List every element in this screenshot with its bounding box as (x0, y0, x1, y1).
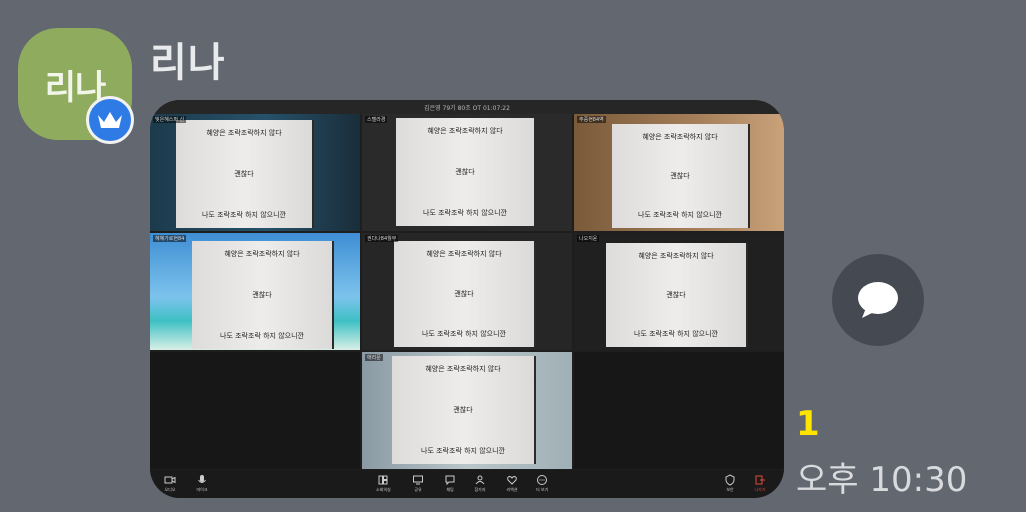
participant-tile: 나오지윤 혜양은 조락조락하지 않다 괜찮다 나도 조락조락 하지 않으니깐 (574, 233, 784, 350)
participants-button[interactable]: 참가자 (474, 474, 486, 493)
leave-icon (755, 475, 765, 485)
participant-name: 권다나84월부 (365, 235, 399, 242)
grid-icon (378, 475, 388, 485)
participant-tile: 혜혜가로현84 혜양은 조락조락하지 않다 괜찮다 나도 조락조락 하지 않으니… (150, 233, 360, 350)
participant-name: 혜혜가로현84 (153, 235, 187, 242)
empty-tile (574, 352, 784, 469)
mic-icon (198, 475, 206, 483)
speech-bubble-icon (858, 282, 898, 318)
leave-button[interactable]: 나가기 (754, 474, 766, 493)
message-time: 오후 10:30 (796, 460, 968, 500)
mic-button[interactable]: 마이크 (196, 474, 208, 493)
participant-name: 나오지윤 (577, 235, 600, 242)
paper-sign: 혜양은 조락조락하지 않다 괜찮다 나도 조락조락 하지 않으니깐 (612, 124, 748, 228)
paper-sign: 혜양은 조락조락하지 않다 괜찮다 나도 조락조락 하지 않으니깐 (392, 356, 534, 464)
paper-sign: 혜양은 조락조락하지 않다 괜찮다 나도 조락조락 하지 않으니깐 (396, 118, 534, 226)
sender-name: 리나 (150, 40, 226, 86)
crown-icon (86, 96, 134, 144)
participant-tile: 주중현84역 혜양은 조락조락하지 않다 괜찮다 나도 조락조락 하지 않으니깐 (574, 114, 784, 231)
paper-sign: 혜양은 조락조락하지 않다 괜찮다 나도 조락조락 하지 않으니깐 (176, 120, 312, 228)
participant-name: 빛은혜스퍼 신 (153, 116, 187, 123)
share-button[interactable]: 공유 (412, 474, 424, 493)
paper-sign: 혜양은 조락조락하지 않다 괜찮다 나도 조락조락 하지 않으니깐 (192, 241, 332, 349)
zoom-meeting-title: 김은영 79기 80조 OT 01:07:22 (424, 104, 510, 112)
breakout-rooms-button[interactable]: 소회의실 (376, 474, 391, 493)
more-button[interactable]: 더 보기 (536, 474, 548, 493)
reactions-button[interactable]: 리액션 (506, 474, 518, 493)
unread-count: 1 (796, 404, 820, 444)
more-icon (537, 475, 548, 485)
share-screen-icon (413, 475, 423, 485)
paper-sign: 혜양은 조락조락하지 않다 괜찮다 나도 조락조락 하지 않으니깐 (394, 241, 534, 347)
video-icon (164, 476, 176, 484)
heart-icon (507, 475, 517, 485)
empty-tile (150, 352, 360, 469)
participant-tile: 빛은혜스퍼 신 혜양은 조락조락하지 않다 괜찮다 나도 조락조락 하지 않으니… (150, 114, 360, 231)
participant-name: 스텔라경 (365, 116, 388, 123)
reply-button[interactable] (832, 254, 924, 346)
video-grid: 빛은혜스퍼 신 혜양은 조락조락하지 않다 괜찮다 나도 조락조락 하지 않으니… (150, 114, 784, 470)
people-icon (475, 475, 485, 485)
participant-tile: 권다나84월부 혜양은 조락조락하지 않다 괜찮다 나도 조락조락 하지 않으니… (362, 233, 572, 350)
chat-button[interactable]: 채팅 (444, 474, 456, 493)
chat-message-row: 리나 리나 김은영 79기 80조 OT 01:07:22 빛은혜스퍼 신 혜양… (0, 0, 1026, 512)
participant-name: 주중현84역 (577, 116, 606, 123)
shield-icon (725, 474, 735, 486)
photo-message[interactable]: 김은영 79기 80조 OT 01:07:22 빛은혜스퍼 신 혜양은 조락조락… (150, 100, 784, 498)
chat-icon (445, 475, 455, 486)
paper-sign: 혜양은 조락조락하지 않다 괜찮다 나도 조락조락 하지 않으니깐 (606, 243, 746, 347)
zoom-toolbar: 오디오 마이크 소회의실 공유 채팅 참가자 리액션 더 보기 보안 나가기 (150, 470, 784, 498)
security-button[interactable]: 보안 (724, 474, 736, 493)
zoom-titlebar: 김은영 79기 80조 OT 01:07:22 (150, 100, 784, 114)
participant-tile: 애리문 혜양은 조락조락하지 않다 괜찮다 나도 조락조락 하지 않으니깐 (362, 352, 572, 469)
participant-tile: 스텔라경 혜양은 조락조락하지 않다 괜찮다 나도 조락조락 하지 않으니깐 (362, 114, 572, 231)
participant-name: 애리문 (365, 354, 383, 361)
audio-button[interactable]: 오디오 (164, 474, 176, 493)
